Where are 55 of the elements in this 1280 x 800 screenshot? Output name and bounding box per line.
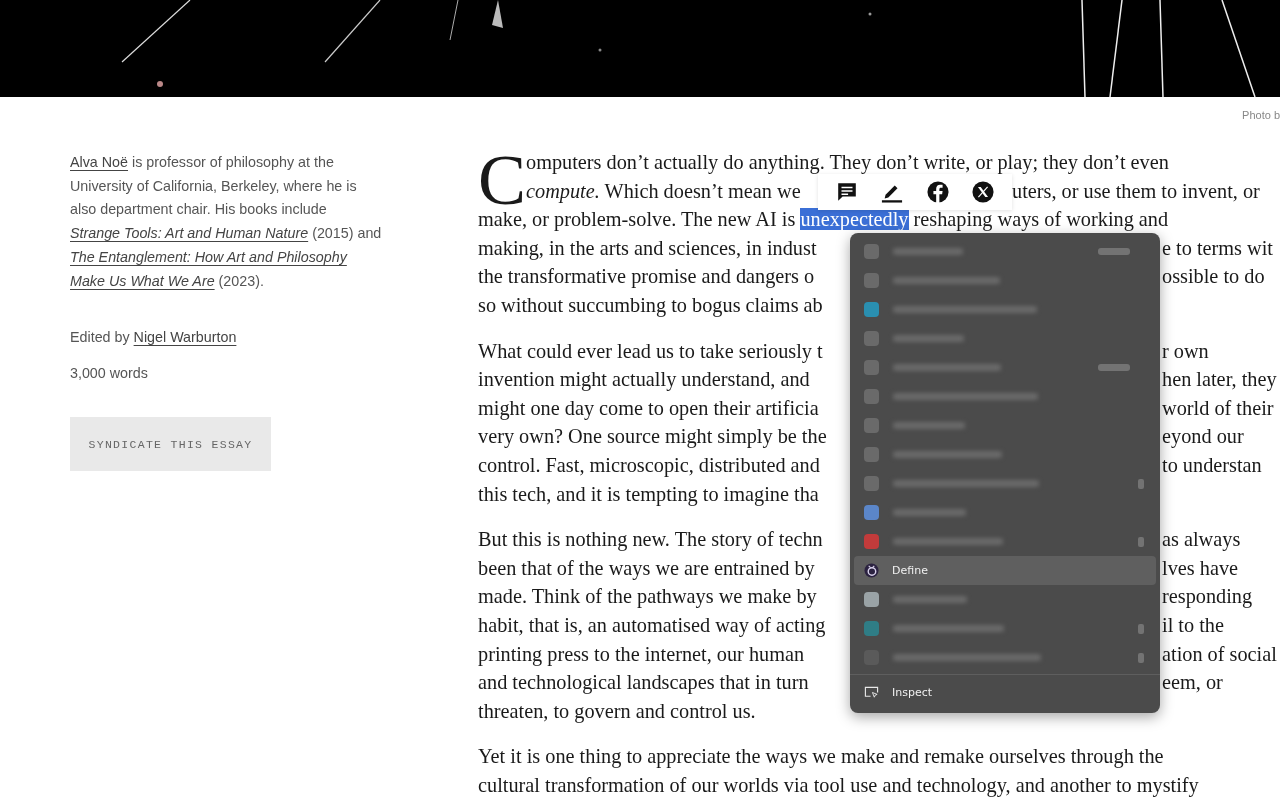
book-link[interactable]: Strange Tools: Art and Human Nature [70,225,309,242]
body-text: il to the [1162,612,1224,638]
body-text: ossible to do [1162,264,1265,290]
body-text: very own? One source might simply be the [478,424,827,450]
author-link[interactable]: Alva Noë [70,154,128,170]
editor-link[interactable]: Nigel Warburton [133,329,237,346]
selected-text: unexpectedly [800,208,909,231]
menu-item[interactable]: Inspect [854,678,1156,707]
body-text: world of their [1162,395,1274,421]
body-text: so without succumbing to bogus claims ab [478,293,823,316]
body-text: r own [1162,338,1209,364]
body-text: to understan [1162,452,1262,478]
body-text: eem, or [1162,670,1223,696]
body-text: habit, that is, an automatised way of acting [478,612,826,639]
body-text: been that of the ways we are entrained by [478,555,815,582]
body-text: omputers don’t actually do anything. They don’t write, or play; they don’t even [526,151,1169,173]
comment-icon[interactable] [835,181,858,203]
body-text: printing press to the internet, our human [478,641,805,668]
body-text: might one day come to open their artificia [478,395,819,422]
body-text: the transformative promise and dangers o [478,264,815,290]
body-text: But this is nothing new. The story of techn [478,527,823,553]
body-text: responding [1162,584,1253,610]
body-text: compute. Which doesn’t mean we [526,179,801,203]
facebook-icon[interactable] [926,181,949,203]
body-text: eyond our [1162,424,1244,450]
body-text: e to terms wit [1162,235,1273,261]
body-text: What could ever lead us to take seriously t [478,338,823,365]
body-text: hen later, they [1162,367,1277,393]
app-icon [864,563,879,578]
body-text: lves have [1162,555,1239,581]
book-link[interactable]: Make Us What We Are [70,272,215,289]
syndicate-button[interactable]: SYNDICATE THIS ESSAY [70,417,271,472]
inspect-icon [864,685,879,700]
body-text: this tech, and it is tempting to imagine tha [478,482,819,505]
body-text: ation of social [1162,641,1277,667]
body-text: control. Fast, microscopic, distributed and [478,452,820,479]
body-text: and technological landscapes that in turn [478,670,809,696]
body-text: reshaping ways of working and [912,208,1169,231]
body-text: uters, or use them to invent, or [1012,178,1260,204]
photo-caption: Photo b [1242,109,1280,123]
body-text: as always [1162,527,1241,553]
menu-item-highlighted[interactable]: Define [854,556,1156,585]
book-link[interactable]: The Entanglement: How Art and Philosophy [70,248,347,265]
body-text: make, or problem-solve. The new AI is [478,208,797,231]
body-text: cultural transformation of our worlds via tool use and technology, and another to mystify [478,773,1199,796]
body-text: making, in the arts and sciences, in indust [478,235,817,262]
x-logo-icon[interactable] [972,181,995,203]
body-text: threaten, to govern and control us. [478,699,756,722]
body-text: Yet it is one thing to appreciate the ways we make and remake ourselves through the [478,745,1164,768]
edited-by-label: Edited by [70,329,130,346]
word-count: 3,000 words [70,364,149,384]
drop-cap: C [478,152,527,208]
author-bio: Alva Noë is professor of philosophy at the University of California, Berkeley, where he is also department chair. His books include Strange Tools: Art and Human Nature (2015) and The Entanglement: How Art and Philosophy Make Us What We Are (2023). [70,153,383,291]
body-text: made. Think of the pathways we make by [478,584,817,610]
body-text: invention might actually understand, and [478,367,810,393]
